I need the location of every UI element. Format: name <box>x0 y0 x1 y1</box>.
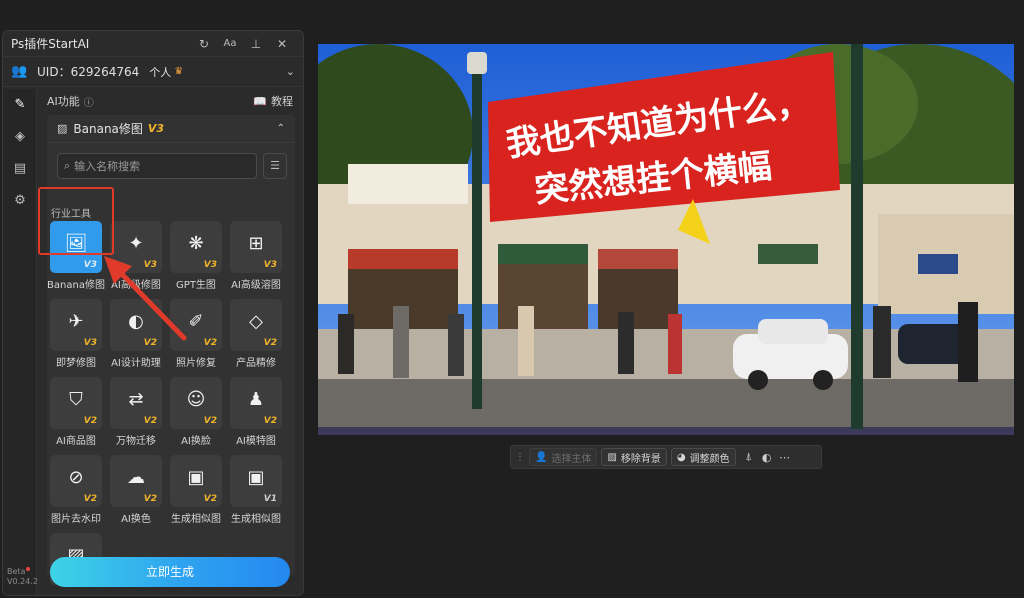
street-scene-image: 我也不知道为什么， 突然想挂个横幅 <box>318 44 1014 435</box>
canvas-image: 我也不知道为什么， 突然想挂个横幅 <box>318 44 1014 435</box>
contrast-icon[interactable]: ◐ <box>758 451 776 464</box>
brush-icon[interactable]: ⍋ <box>740 450 758 464</box>
generate-button[interactable]: 立即生成 <box>50 557 290 587</box>
select-subject-label: 选择主体 <box>551 453 592 465</box>
drag-handle-icon[interactable]: ⋮ <box>515 452 525 463</box>
person-icon: 👤 <box>535 451 548 463</box>
adjust-color-button[interactable]: ◕ 调整颜色 <box>670 448 736 466</box>
color-icon: ◕ <box>676 451 686 463</box>
remove-bg-label: 移除背景 <box>620 453 661 465</box>
adjust-color-label: 调整颜色 <box>689 453 730 465</box>
contextual-task-bar: ⋮ 👤 选择主体 ▨ 移除背景 ◕ 调整颜色 ⍋ ◐ ⋯ <box>510 445 822 469</box>
select-subject-button[interactable]: 👤 选择主体 <box>529 448 598 466</box>
remove-background-button[interactable]: ▨ 移除背景 <box>601 448 667 466</box>
more-icon[interactable]: ⋯ <box>776 451 794 464</box>
image-icon: ▨ <box>607 451 617 463</box>
